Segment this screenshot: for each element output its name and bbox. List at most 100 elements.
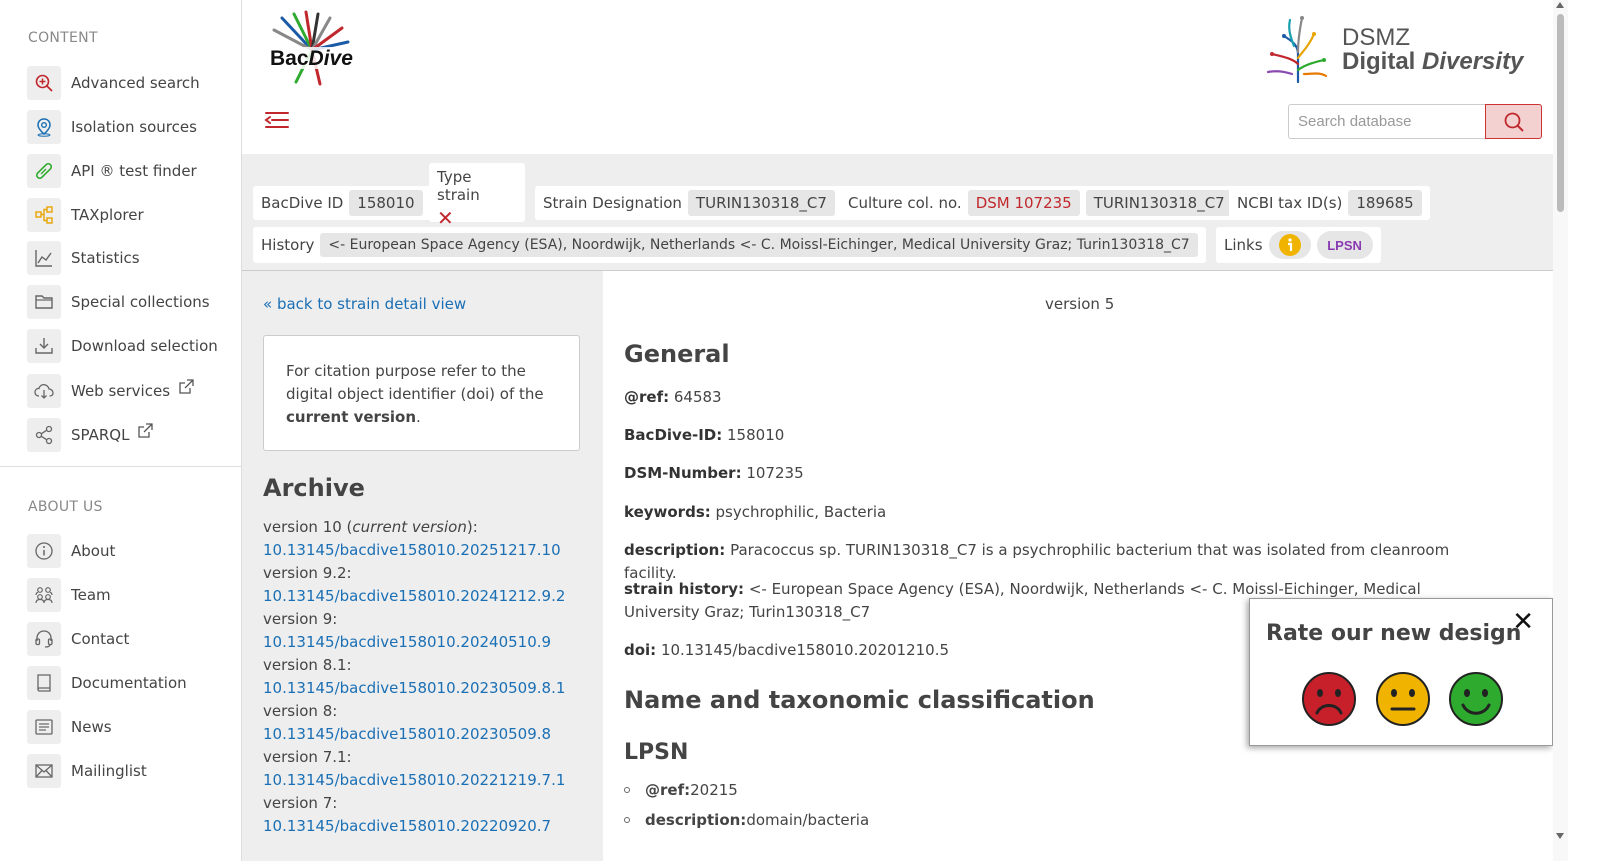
tree-icon [27, 198, 61, 232]
sidebar-item-api-test-finder[interactable]: API ® test finder [27, 154, 232, 188]
headset-icon [27, 622, 61, 656]
svg-text:BacDive: BacDive [270, 47, 353, 70]
version-label: version 10 (current version): [263, 518, 478, 536]
sidebar-item-sparql[interactable]: SPARQL [27, 418, 232, 452]
culture-col-chip: Culture col. no. DSM 107235 TURIN130318_… [840, 186, 1241, 220]
search-plus-icon [27, 66, 61, 100]
cloud-download-icon [27, 374, 61, 408]
search-input[interactable] [1288, 104, 1486, 139]
ncbi-tax-chip: NCBI tax ID(s) 189685 [1229, 186, 1430, 220]
sidebar-item-documentation[interactable]: Documentation [27, 666, 232, 700]
section-title-lpsn: LPSN [624, 740, 689, 765]
sidebar-item-label: Special collections [71, 293, 210, 311]
sidebar-item-team[interactable]: Team [27, 578, 232, 612]
archive-version-item: version 8: 10.13145/bacdive158010.202305… [263, 700, 593, 746]
folder-icon [27, 285, 61, 319]
version-doi-link[interactable]: 10.13145/bacdive158010.20241212.9.2 [263, 585, 593, 608]
dsmz-digital-text: Digital [1342, 48, 1423, 75]
strain-designation-label: Strain Designation [543, 194, 682, 212]
back-to-strain-link[interactable]: « back to strain detail view [263, 295, 466, 313]
sidebar-item-isolation-sources[interactable]: Isolation sources [27, 110, 232, 144]
type-strain-label: Type strain [437, 168, 480, 204]
ncbi-tax-value[interactable]: 189685 [1348, 190, 1422, 216]
list-item: @ref: 20215 [624, 781, 738, 799]
scroll-down-arrow-icon[interactable] [1556, 833, 1564, 839]
version-doi-link[interactable]: 10.13145/bacdive158010.20240510.9 [263, 631, 593, 654]
version-label: version 9: [263, 610, 338, 628]
links-label: Links [1224, 236, 1263, 254]
line-chart-icon [27, 241, 61, 275]
history-chip: History <- European Space Agency (ESA), … [253, 227, 1206, 263]
version-label: version 9.2: [263, 564, 352, 582]
content-heading: CONTENT [28, 30, 98, 46]
sidebar-item-label: Documentation [71, 674, 187, 692]
dsmz-diversity-text: Diversity [1422, 48, 1524, 75]
strain-designation-value: TURIN130318_C7 [687, 190, 835, 216]
citation-text: For citation purpose refer to the digita… [286, 362, 544, 403]
citation-end: . [416, 408, 421, 426]
download-icon [27, 329, 61, 363]
external-link-icon [138, 423, 154, 438]
sidebar-item-special-collections[interactable]: Special collections [27, 285, 232, 319]
sidebar-item-download-selection[interactable]: Download selection [27, 329, 232, 363]
envelope-icon [27, 754, 61, 788]
close-icon[interactable]: ✕ [1512, 607, 1534, 637]
sidebar-item-label: Team [71, 586, 111, 604]
version-label: version 7.1: [263, 748, 352, 766]
citation-box: For citation purpose refer to the digita… [263, 335, 580, 451]
version-doi-link[interactable]: 10.13145/bacdive158010.20251217.10 [263, 539, 593, 562]
sidebar-item-web-services[interactable]: Web services [27, 374, 232, 408]
archive-version-item: version 9: 10.13145/bacdive158010.202405… [263, 608, 593, 654]
rate-design-popup: Rate our new design ✕ [1249, 598, 1553, 746]
version-label: version 8: [263, 702, 338, 720]
sidebar-item-label: Isolation sources [71, 118, 197, 136]
scrollbar-thumb[interactable] [1557, 14, 1564, 212]
scroll-up-arrow-icon[interactable] [1556, 2, 1564, 8]
version-doi-link[interactable]: 10.13145/bacdive158010.20230509.8.1 [263, 677, 593, 700]
neutral-face-icon[interactable] [1375, 671, 1431, 727]
type-strain-chip: Type strain ✕ [429, 163, 525, 230]
culture-col-value: TURIN130318_C7 [1085, 190, 1233, 216]
archive-version-item: version 7.1: 10.13145/bacdive158010.2022… [263, 746, 593, 792]
sidebar-item-contact[interactable]: Contact [27, 622, 232, 656]
bacdive-logo[interactable]: BacDive [262, 10, 362, 90]
sidebar-item-label: News [71, 718, 112, 736]
info-link-badge[interactable] [1268, 231, 1311, 259]
dsmz-digital-diversity-logo[interactable]: DSMZ Digital Diversity [1262, 14, 1532, 86]
sidebar-item-label: SPARQL [71, 426, 130, 444]
sidebar-item-statistics[interactable]: Statistics [27, 241, 232, 275]
archive-version-list: version 10 (current version): 10.13145/b… [263, 516, 593, 838]
sidebar-item-label: Web services [71, 382, 171, 400]
search-button[interactable] [1485, 104, 1542, 139]
sad-face-icon[interactable] [1301, 671, 1357, 727]
rate-design-title: Rate our new design [1266, 621, 1522, 646]
history-value: <- European Space Agency (ESA), Noordwij… [320, 233, 1198, 257]
list-item: description: domain/bacteria [624, 811, 869, 829]
culture-col-label: Culture col. no. [848, 194, 962, 212]
version-label: version 8.1: [263, 656, 352, 674]
field-keywords: keywords: psychrophilic, Bacteria [624, 503, 887, 521]
info-icon [27, 534, 61, 568]
page-scrollbar[interactable] [1553, 0, 1568, 861]
history-label: History [261, 236, 315, 254]
culture-col-dsm-link[interactable]: DSM 107235 [967, 190, 1080, 216]
version-doi-link[interactable]: 10.13145/bacdive158010.20230509.8 [263, 723, 593, 746]
sidebar-item-advanced-search[interactable]: Advanced search [27, 66, 232, 100]
location-pin-icon [27, 110, 61, 144]
archive-version-item: version 8.1: 10.13145/bacdive158010.2023… [263, 654, 593, 700]
version-doi-link[interactable]: 10.13145/bacdive158010.20220920.7 [263, 815, 593, 838]
version-doi-link[interactable]: 10.13145/bacdive158010.20221219.7.1 [263, 769, 593, 792]
sidebar-item-label: Mailinglist [71, 762, 147, 780]
happy-face-icon[interactable] [1448, 671, 1504, 727]
lpsn-link-badge[interactable]: LPSN [1316, 231, 1373, 259]
bacdive-id-value: 158010 [349, 190, 423, 216]
sidebar-item-taxplorer[interactable]: TAXplorer [27, 198, 232, 232]
archive-version-item: version 9.2: 10.13145/bacdive158010.2024… [263, 562, 593, 608]
strain-designation-chip: Strain Designation TURIN130318_C7 [535, 186, 843, 220]
about-heading: ABOUT US [28, 499, 103, 515]
sidebar: CONTENT Advanced search Isolation source… [0, 0, 242, 861]
sidebar-item-mailinglist[interactable]: Mailinglist [27, 754, 232, 788]
sidebar-toggle-icon[interactable] [264, 108, 290, 134]
sidebar-item-news[interactable]: News [27, 710, 232, 744]
sidebar-item-about[interactable]: About [27, 534, 232, 568]
